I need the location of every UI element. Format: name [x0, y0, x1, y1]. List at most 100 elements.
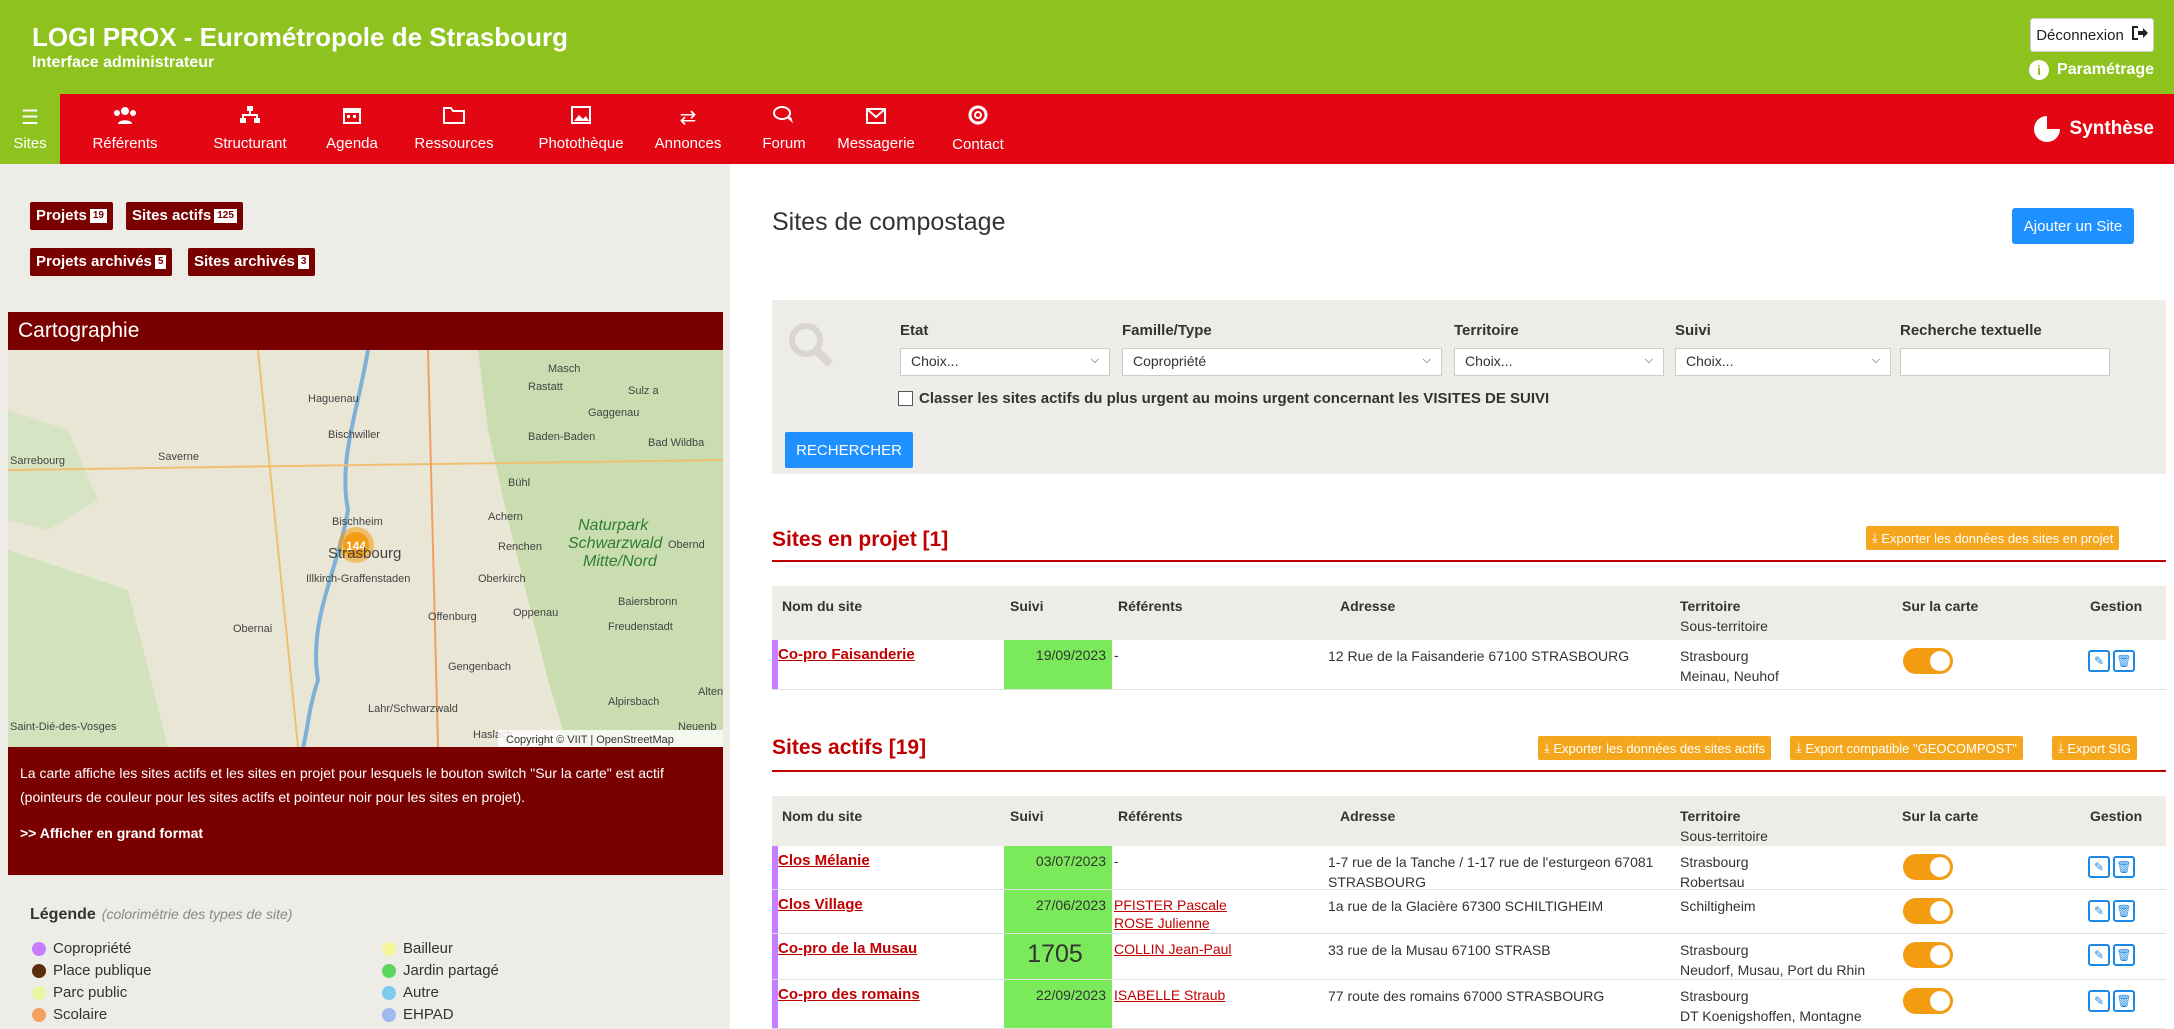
referent-link[interactable]: ROSE Julienne [1114, 915, 1210, 931]
recherche-label: Recherche textuelle [1900, 322, 2042, 339]
projets-archives-button[interactable]: Projets archivés 5 [30, 248, 173, 276]
edit-icon[interactable]: ✎ [2088, 900, 2110, 922]
projects-table-header: Nom du site Suivi Référents Adresse Terr… [772, 586, 2166, 640]
legend-item: Bailleur [382, 940, 453, 957]
map-label: Bischwiller [328, 429, 380, 441]
list-icon: ☰ [21, 106, 39, 129]
famille-select[interactable]: Copropriété ⌵ [1122, 348, 1442, 376]
territory-name: Strasbourg [1680, 648, 1749, 664]
edit-icon[interactable]: ✎ [2088, 856, 2110, 878]
suivi-select[interactable]: Choix... ⌵ [1675, 348, 1891, 376]
referents-cell: ISABELLE Straub [1114, 986, 1225, 1004]
trash-icon[interactable]: 🗑 [2113, 856, 2135, 878]
legend-item: Jardin partagé [382, 962, 499, 979]
export-geocompost-button[interactable]: ⤓ Export compatible "GEOCOMPOST" [1790, 736, 2023, 760]
col-carte: Sur la carte [1902, 598, 1979, 614]
export-active-label: Exporter les données des sites actifs [1553, 740, 1766, 756]
projets-button[interactable]: Projets 19 [30, 202, 113, 230]
suivi-label: Suivi [1675, 322, 1711, 339]
add-site-button[interactable]: Ajouter un Site [2012, 208, 2134, 244]
urgent-sort-option[interactable]: Classer les sites actifs du plus urgent … [898, 390, 1549, 407]
sites-actifs-button[interactable]: Sites actifs 125 [126, 202, 243, 230]
legend-item: EHPAD [382, 1006, 454, 1023]
map-view[interactable]: 144 Masch Haguenau Rastatt Sulz a Gaggen… [8, 350, 723, 747]
referents-cell: - [1114, 647, 1119, 663]
sites-actifs-label: Sites actifs [132, 207, 212, 224]
subterritory-name: DT Koenigshoffen, Montagne [1680, 1008, 1862, 1024]
nav-item-forum[interactable]: Forum [752, 94, 816, 164]
enlarge-map-link[interactable]: >> Afficher en grand format [20, 821, 711, 845]
urgent-sort-checkbox[interactable] [898, 391, 913, 406]
calendar-icon [343, 106, 361, 129]
map-label: Obernai [233, 623, 272, 635]
map-label: Freudenstadt [608, 621, 673, 633]
site-link[interactable]: Co-pro Faisanderie [778, 646, 915, 663]
map-label: Masch [548, 363, 580, 375]
referents-cell: PFISTER Pascale ROSE Julienne [1114, 896, 1227, 932]
download-icon: ⤓ [1544, 740, 1554, 755]
map-toggle[interactable] [1903, 898, 1953, 924]
nav-item-ressources[interactable]: Ressources [400, 94, 508, 164]
section-divider [772, 770, 2166, 772]
nav-item-phototheque[interactable]: Photothèque [525, 94, 637, 164]
etat-select[interactable]: Choix... ⌵ [900, 348, 1110, 376]
nav-item-annonces[interactable]: ⇄ Annonces [640, 94, 736, 164]
synthese-link[interactable]: Synthèse [2033, 94, 2154, 164]
nav-item-agenda[interactable]: Agenda [316, 94, 388, 164]
site-link[interactable]: Co-pro de la Musau [778, 940, 917, 957]
nav-item-structurant[interactable]: Structurant [195, 94, 305, 164]
settings-label: Paramétrage [2057, 61, 2154, 78]
nav-item-messagerie[interactable]: Messagerie [826, 94, 926, 164]
referent-link[interactable]: PFISTER Pascale [1114, 897, 1227, 913]
territoire-select[interactable]: Choix... ⌵ [1454, 348, 1664, 376]
col-gestion: Gestion [2090, 598, 2143, 614]
address-cell: 12 Rue de la Faisanderie 67100 STRASBOUR… [1328, 648, 1630, 664]
map-toggle[interactable] [1903, 854, 1953, 880]
info-icon: i [2029, 60, 2050, 80]
map-canvas: 144 Masch Haguenau Rastatt Sulz a Gaggen… [8, 350, 723, 747]
map-toggle[interactable] [1903, 648, 1953, 674]
sites-archives-button[interactable]: Sites archivés 3 [188, 248, 316, 276]
map-attribution[interactable]: Copyright © VIIT | OpenStreetMap [506, 734, 674, 746]
nav-item-referents[interactable]: Référents [80, 94, 170, 164]
export-sig-button[interactable]: ⤓ Export SIG [2052, 736, 2137, 760]
territoire-select-value: Choix... [1465, 353, 1513, 369]
chevron-down-icon: ⌵ [1422, 354, 1431, 366]
etat-label: Etat [900, 322, 929, 339]
search-input[interactable] [1900, 348, 2110, 376]
trash-icon[interactable]: 🗑 [2113, 650, 2135, 672]
referent-link[interactable]: ISABELLE Straub [1114, 987, 1225, 1003]
export-active-button[interactable]: ⤓ Exporter les données des sites actifs [1538, 736, 1772, 760]
search-button[interactable]: RECHERCHER [785, 432, 913, 468]
address-cell: 33 rue de la Musau 67100 STRASB [1328, 942, 1551, 958]
col-carte: Sur la carte [1902, 808, 1979, 824]
edit-icon[interactable]: ✎ [2088, 990, 2110, 1012]
edit-icon[interactable]: ✎ [2088, 944, 2110, 966]
nav-item-sites[interactable]: ☰ Sites [0, 94, 60, 164]
referent-link[interactable]: COLLIN Jean-Paul [1114, 941, 1232, 957]
site-link[interactable]: Co-pro des romains [778, 986, 920, 1003]
legend-dot [32, 985, 46, 1000]
lifebuoy-icon [968, 105, 988, 130]
map-label: Strasbourg [328, 545, 401, 562]
settings-link[interactable]: i Paramétrage [2029, 60, 2154, 80]
map-toggle[interactable] [1903, 988, 1953, 1014]
map-label: Saverne [158, 451, 199, 463]
site-link[interactable]: Clos Mélanie [778, 852, 870, 869]
edit-icon[interactable]: ✎ [2088, 650, 2110, 672]
subterritory-name: Neudorf, Musau, Port du Rhin [1680, 962, 1866, 978]
download-icon: ⤓ [1872, 530, 1882, 545]
site-link[interactable]: Clos Village [778, 896, 863, 913]
trash-icon[interactable]: 🗑 [2113, 944, 2135, 966]
trash-icon[interactable]: 🗑 [2113, 990, 2135, 1012]
mail-icon [866, 107, 886, 129]
map-label: Sarrebourg [10, 455, 65, 467]
col-suivi: Suivi [1010, 598, 1044, 614]
logout-button[interactable]: Déconnexion [2030, 18, 2154, 52]
active-section-title: Sites actifs [19] [772, 736, 927, 759]
legend-dot [32, 1007, 46, 1022]
nav-item-contact[interactable]: Contact [938, 94, 1018, 164]
map-toggle[interactable] [1903, 942, 1953, 968]
trash-icon[interactable]: 🗑 [2113, 900, 2135, 922]
export-projects-button[interactable]: ⤓ Exporter les données des sites en proj… [1866, 526, 2120, 550]
